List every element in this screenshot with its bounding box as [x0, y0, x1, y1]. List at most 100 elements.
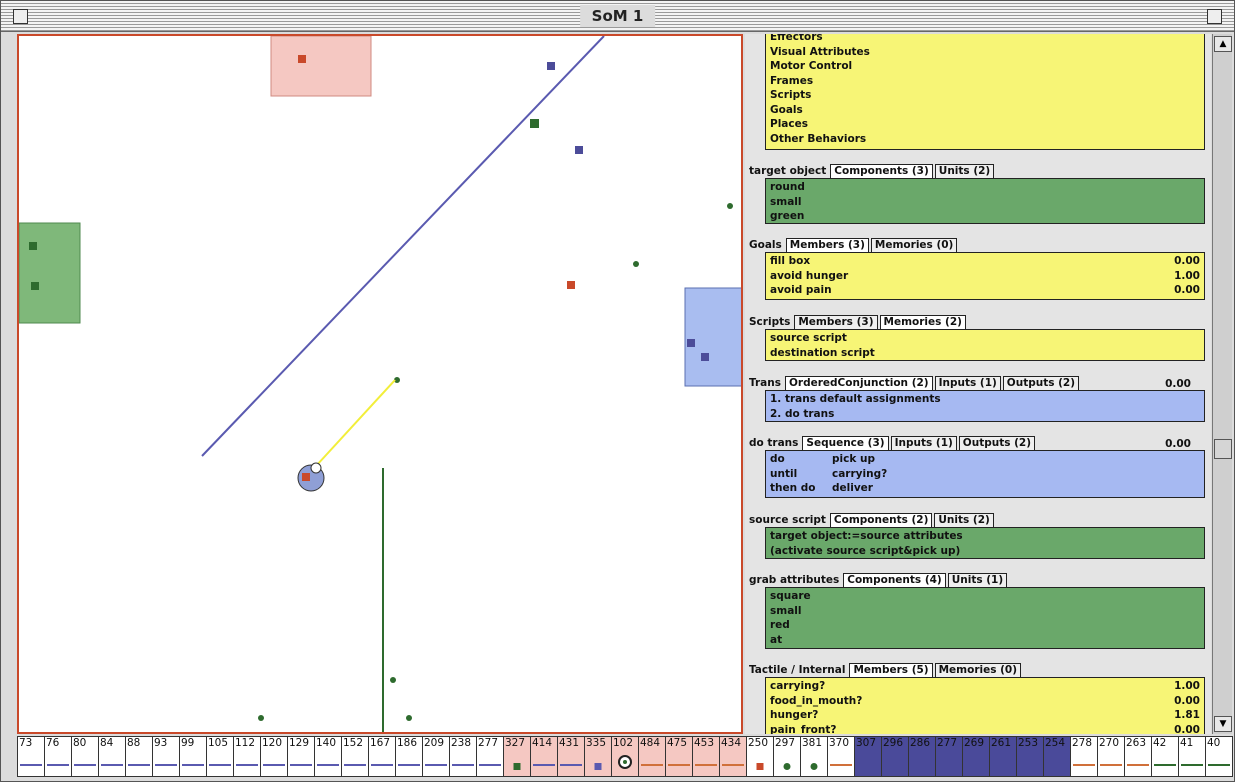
red-block[interactable] — [298, 55, 306, 63]
scroll-up-icon[interactable]: ▲ — [1214, 36, 1232, 52]
do-trans-value: 0.00 — [1165, 438, 1191, 450]
close-box-icon[interactable] — [13, 9, 28, 24]
tab-memories[interactable]: Memories (2) — [879, 315, 966, 329]
list-item[interactable]: avoid pain 0.00 — [770, 283, 1200, 298]
scroll-thumb[interactable] — [1214, 439, 1232, 459]
sensor-cell: 42 — [1151, 736, 1179, 777]
panel-scrollbar[interactable]: ▲ ▼ — [1212, 34, 1232, 734]
zoom-box-icon[interactable] — [1207, 9, 1222, 24]
sensor-line-mark — [182, 764, 204, 766]
list-item[interactable]: small — [770, 195, 1200, 210]
list-item[interactable]: 2. do trans — [770, 407, 1200, 422]
tab-outputs[interactable]: Outputs (2) — [958, 436, 1036, 450]
sensor-cell: 270 — [1097, 736, 1125, 777]
list-item[interactable]: green — [770, 209, 1200, 224]
food-pellet[interactable] — [406, 715, 412, 721]
tab-sequence[interactable]: Sequence (3) — [802, 436, 889, 450]
blue-block[interactable] — [687, 339, 695, 347]
list-item[interactable]: at — [770, 633, 1200, 648]
do-trans-list[interactable]: do pick up until carrying? then do deliver — [765, 450, 1205, 498]
target-object-list[interactable]: round small green — [765, 178, 1205, 224]
tab-components[interactable]: Components (4) — [843, 573, 946, 587]
blue-block[interactable] — [701, 353, 709, 361]
tab-units[interactable]: Units (2) — [934, 513, 994, 527]
title-bar[interactable]: SoM 1 — [1, 1, 1234, 32]
list-item[interactable]: destination script — [770, 346, 1200, 361]
list-item[interactable]: Frames — [770, 74, 1200, 89]
list-item[interactable]: avoid hunger 1.00 — [770, 269, 1200, 284]
list-item[interactable]: round — [770, 180, 1200, 195]
creature-agent[interactable] — [297, 462, 325, 492]
list-item[interactable]: target object:=source attributes — [770, 529, 1200, 544]
sensor-line-mark — [344, 764, 366, 766]
list-item[interactable]: Places — [770, 117, 1200, 132]
blue-block[interactable] — [575, 146, 583, 154]
scripts-list[interactable]: source script destination script — [765, 329, 1205, 361]
list-item[interactable]: Goals — [770, 103, 1200, 118]
list-item[interactable]: square — [770, 589, 1200, 604]
food-pellet[interactable] — [727, 203, 733, 209]
tab-inputs[interactable]: Inputs (1) — [890, 436, 957, 450]
world-view[interactable] — [17, 34, 743, 734]
goal-value: 1.00 — [1174, 269, 1200, 282]
section-label: Trans — [749, 377, 781, 389]
tab-inputs[interactable]: Inputs (1) — [934, 376, 1001, 390]
list-item[interactable]: red — [770, 618, 1200, 633]
tab-units[interactable]: Units (2) — [934, 164, 995, 178]
food-pellet[interactable] — [258, 715, 264, 721]
list-item[interactable]: Motor Control — [770, 59, 1200, 74]
sensor-value: 475 — [667, 737, 688, 749]
trans-section: Trans OrderedConjunction (2) Inputs (1) … — [749, 374, 1205, 422]
trans-list[interactable]: 1. trans default assignments 2. do trans — [765, 390, 1205, 422]
list-item[interactable]: fill box 0.00 — [770, 254, 1200, 269]
red-block[interactable] — [567, 281, 575, 289]
list-item[interactable]: Visual Attributes — [770, 45, 1200, 60]
list-item[interactable]: Effectors — [770, 34, 1200, 45]
food-pellet[interactable] — [633, 261, 639, 267]
tab-units[interactable]: Units (1) — [947, 573, 1008, 587]
sensor-value: 370 — [829, 737, 850, 749]
list-item[interactable]: until carrying? — [770, 467, 1200, 482]
tab-members[interactable]: Members (3) — [794, 315, 878, 329]
tab-members[interactable]: Members (5) — [849, 663, 933, 677]
green-block[interactable] — [31, 282, 39, 290]
list-item[interactable]: carrying? 1.00 — [770, 679, 1200, 694]
sensor-line-mark — [1154, 764, 1176, 766]
source-script-list[interactable]: target object:=source attributes (activa… — [765, 527, 1205, 559]
list-item[interactable]: Scripts — [770, 88, 1200, 103]
sensor-value: 263 — [1126, 737, 1147, 749]
sensor-cell: 84 — [98, 736, 126, 777]
list-item[interactable]: small — [770, 604, 1200, 619]
tab-components[interactable]: Components (3) — [830, 164, 933, 178]
sensor-strip: 73 76 80 84 88 93 99 105 112 120 129 140 152 167 186 20… — [17, 736, 1233, 778]
tab-memories[interactable]: Memories (0) — [934, 663, 1022, 677]
sensor-line-mark — [128, 764, 150, 766]
behaviors-list[interactable]: Effectors Visual Attributes Motor Contro… — [765, 34, 1205, 150]
tab-memories[interactable]: Memories (0) — [870, 238, 958, 252]
list-item[interactable]: then do deliver — [770, 481, 1200, 496]
food-pellet[interactable] — [390, 677, 396, 683]
goals-list[interactable]: fill box 0.00 avoid hunger 1.00 avoid pain… — [765, 252, 1205, 300]
list-item[interactable]: pain_front? 0.00 — [770, 723, 1200, 735]
green-block[interactable] — [530, 119, 539, 128]
blue-block[interactable] — [547, 62, 555, 70]
sensor-value: 112 — [235, 737, 256, 749]
sensor-cell: 209 — [422, 736, 450, 777]
list-item[interactable]: source script — [770, 331, 1200, 346]
list-item[interactable]: do pick up — [770, 452, 1200, 467]
list-item[interactable]: hunger? 1.81 — [770, 708, 1200, 723]
sensor-line-mark — [479, 764, 501, 766]
list-item[interactable]: food_in_mouth? 0.00 — [770, 694, 1200, 709]
grab-attributes-list[interactable]: square small red at — [765, 587, 1205, 649]
tactile-list[interactable]: carrying? 1.00 food_in_mouth? 0.00 hunger?… — [765, 677, 1205, 734]
green-block[interactable] — [29, 242, 37, 250]
list-item[interactable]: (activate source script&pick up) — [770, 544, 1200, 559]
tab-components[interactable]: Components (2) — [829, 513, 933, 527]
scroll-down-icon[interactable]: ▼ — [1214, 716, 1232, 732]
list-item[interactable]: Other Behaviors — [770, 132, 1200, 147]
list-item[interactable]: 1. trans default assignments — [770, 392, 1200, 407]
tab-outputs[interactable]: Outputs (2) — [1002, 376, 1080, 390]
tab-members[interactable]: Members (3) — [785, 238, 869, 252]
sensor-line-mark — [722, 764, 744, 766]
tab-ordered-conjunction[interactable]: OrderedConjunction (2) — [785, 376, 933, 390]
